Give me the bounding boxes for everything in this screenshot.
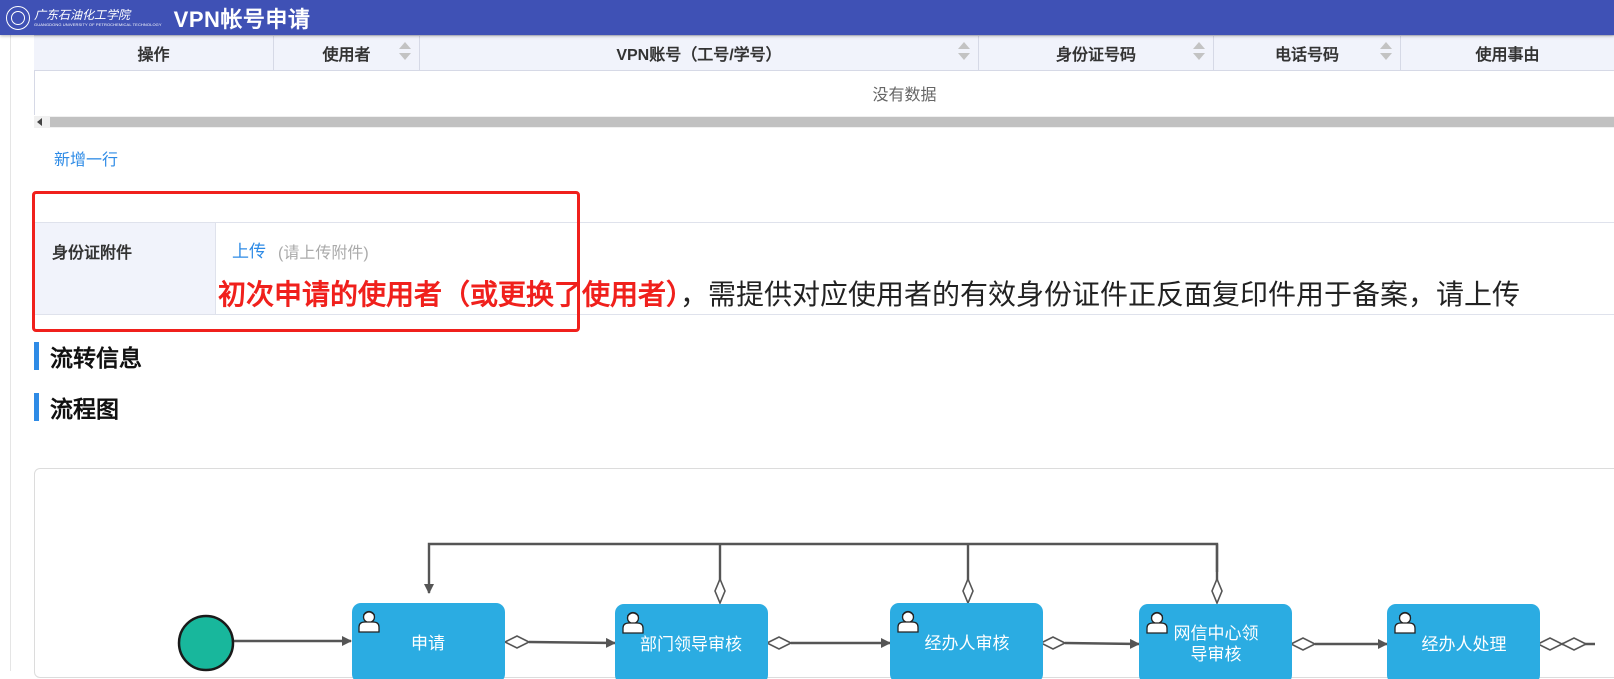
section-marker — [34, 393, 39, 421]
logo-chinese-name: 广东石油化工学院 — [34, 7, 131, 22]
logo-english-name: GUANGDONG UNIVERSITY OF PETROCHEMICAL TE… — [34, 21, 162, 27]
diamond-connector-ends — [714, 576, 1223, 606]
table-header: 操作 使用者 VPN账号（工号/学号） 身份证号码 电话号码 使用事由 — [34, 35, 1614, 71]
flow-node-label-line2: 导审核 — [1191, 645, 1242, 664]
flow-chart-canvas: 申请 部门领导审核 经办人审核 网信中心领 导审核 经办人处理 — [177, 542, 1595, 679]
column-header-reason[interactable]: 使用事由 — [1401, 36, 1614, 70]
upload-button[interactable]: 上传 — [232, 237, 266, 262]
sort-icon[interactable] — [399, 42, 411, 64]
flow-start-node — [177, 614, 235, 672]
flow-node-handler-review: 经办人审核 — [890, 603, 1043, 679]
flow-node-label: 经办人处理 — [1422, 635, 1507, 654]
flow-node-handler-process: 经办人处理 — [1387, 604, 1540, 679]
flow-node-label: 网信中心领 — [1174, 624, 1259, 643]
section-flow-chart: 流程图 — [34, 390, 119, 424]
app-header: 广东石油化工学院 GUANGDONG UNIVERSITY OF PETROCH… — [0, 0, 1614, 35]
page-title: VPN帐号申请 — [173, 6, 311, 32]
column-header-user[interactable]: 使用者 — [274, 36, 420, 70]
flow-node-apply: 申请 — [352, 603, 505, 679]
flow-node-dept-review: 部门领导审核 — [615, 604, 768, 679]
section-flow-info: 流转信息 — [34, 339, 142, 373]
vpn-user-table: 操作 使用者 VPN账号（工号/学号） 身份证号码 电话号码 使用事由 没有数据 — [34, 35, 1614, 115]
sort-icon[interactable] — [1380, 42, 1392, 64]
flow-node-label: 申请 — [411, 634, 445, 653]
upload-hint: (请上传附件) — [278, 245, 369, 262]
column-header-vpn-account[interactable]: VPN账号（工号/学号） — [420, 36, 979, 70]
column-header-actions: 操作 — [34, 36, 274, 70]
notice-text: ，需提供对应使用者的有效身份证件正反面复印件用于备案，请上传 — [680, 279, 1521, 310]
flow-node-label: 部门领导审核 — [640, 635, 742, 654]
add-row-link[interactable]: 新增一行 — [54, 146, 118, 170]
sort-icon[interactable] — [1193, 42, 1205, 64]
scroll-left-icon[interactable] — [37, 118, 42, 126]
attachment-notice: 初次申请的使用者（或更换了使用者），需提供对应使用者的有效身份证件正反面复印件用… — [218, 273, 1520, 313]
flow-node-center-review: 网信中心领 导审核 — [1139, 604, 1292, 679]
sort-icon[interactable] — [958, 42, 970, 64]
table-horizontal-scrollbar[interactable] — [34, 116, 1614, 128]
id-attachment-row: 身份证附件 上传 (请上传附件) 初次申请的使用者（或更换了使用者），需提供对应… — [34, 222, 1614, 315]
notice-emphasis: 初次申请的使用者（或更换了使用者） — [218, 279, 681, 310]
feedback-connectors — [424, 542, 1219, 594]
id-attachment-label: 身份证附件 — [34, 223, 216, 314]
section-marker — [34, 342, 39, 370]
flow-node-label: 经办人审核 — [925, 634, 1010, 653]
school-emblem-icon — [6, 5, 30, 30]
content-left-border — [10, 35, 11, 671]
table-empty-message: 没有数据 — [34, 71, 1614, 115]
flow-chart-panel: 申请 部门领导审核 经办人审核 网信中心领 导审核 经办人处理 — [34, 468, 1614, 679]
school-logo: 广东石油化工学院 GUANGDONG UNIVERSITY OF PETROCH… — [6, 5, 162, 30]
scrollbar-thumb[interactable] — [50, 117, 1614, 127]
id-attachment-field: 上传 (请上传附件) 初次申请的使用者（或更换了使用者），需提供对应使用者的有效… — [216, 223, 1614, 314]
column-header-id-number[interactable]: 身份证号码 — [979, 36, 1214, 70]
column-header-phone[interactable]: 电话号码 — [1214, 36, 1401, 70]
